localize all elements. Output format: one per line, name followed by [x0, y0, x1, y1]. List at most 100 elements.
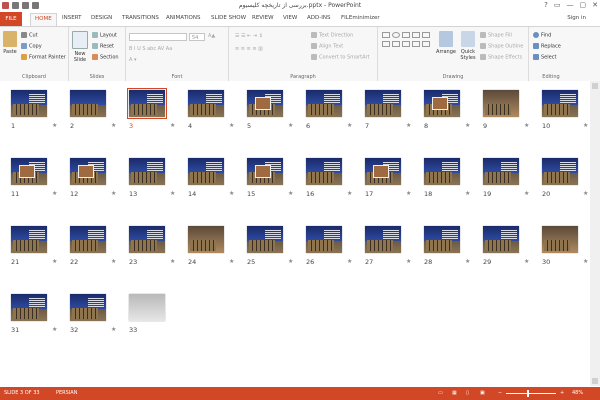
scroll-down-arrow-icon[interactable]: [592, 378, 598, 384]
transition-star-icon[interactable]: ★: [583, 258, 588, 265]
copy-button[interactable]: Copy: [21, 43, 42, 50]
transition-star-icon[interactable]: ★: [229, 122, 234, 129]
shape-triangle-icon[interactable]: [422, 32, 430, 38]
zoom-slider-thumb[interactable]: [527, 390, 529, 397]
ribbon-display-button[interactable]: ▭: [554, 1, 561, 9]
transition-star-icon[interactable]: ★: [406, 122, 411, 129]
layout-button[interactable]: Layout: [92, 32, 117, 39]
align-icons[interactable]: ≡ ≡ ≡ ≡ ▥: [235, 46, 263, 52]
close-button[interactable]: ✕: [592, 1, 598, 9]
zoom-out-button[interactable]: −: [498, 390, 502, 396]
help-button[interactable]: ?: [544, 1, 548, 9]
minimize-button[interactable]: —: [567, 1, 574, 9]
find-button[interactable]: Find: [533, 32, 551, 39]
transition-star-icon[interactable]: ★: [347, 122, 352, 129]
shape-callout-icon[interactable]: [422, 41, 430, 47]
scroll-up-arrow-icon[interactable]: [592, 83, 598, 89]
slide-thumbnail[interactable]: [365, 226, 401, 253]
slide-thumbnail[interactable]: [70, 294, 106, 321]
new-slide-button[interactable]: New Slide: [71, 31, 89, 63]
transition-star-icon[interactable]: ★: [52, 122, 57, 129]
zoom-in-button[interactable]: +: [560, 390, 564, 396]
slide-thumbnail[interactable]: [483, 226, 519, 253]
slide-thumbnail[interactable]: [247, 226, 283, 253]
maximize-button[interactable]: ▢: [580, 1, 587, 9]
transition-star-icon[interactable]: ★: [406, 190, 411, 197]
slide-sorter-view-icon[interactable]: ▦: [452, 390, 457, 396]
slide-thumbnail[interactable]: [70, 158, 106, 185]
tab-file[interactable]: FILE: [0, 12, 22, 26]
replace-button[interactable]: Replace: [533, 43, 561, 50]
text-direction-button[interactable]: Text Direction: [311, 32, 353, 39]
slide-thumbnail[interactable]: [11, 90, 47, 117]
slide-thumbnail[interactable]: [306, 226, 342, 253]
transition-star-icon[interactable]: ★: [170, 258, 175, 265]
slide-thumbnail[interactable]: [542, 226, 578, 253]
shape-brace-icon[interactable]: [412, 41, 420, 47]
slide-thumbnail[interactable]: [306, 90, 342, 117]
section-button[interactable]: Section: [92, 54, 119, 61]
slide-thumbnail[interactable]: [129, 294, 165, 321]
vertical-scrollbar[interactable]: [590, 81, 600, 386]
slide-thumbnail[interactable]: [424, 226, 460, 253]
shape-fill-button[interactable]: Shape Fill: [480, 32, 512, 39]
slide-thumbnail[interactable]: [424, 158, 460, 185]
transition-star-icon[interactable]: ★: [465, 258, 470, 265]
shape-line-icon[interactable]: [402, 32, 410, 38]
slide-thumbnail[interactable]: [306, 158, 342, 185]
transition-star-icon[interactable]: ★: [111, 190, 116, 197]
transition-star-icon[interactable]: ★: [111, 122, 116, 129]
slide-thumbnail[interactable]: [11, 294, 47, 321]
transition-star-icon[interactable]: ★: [229, 190, 234, 197]
tab-fileminimizer[interactable]: FILEminimizer: [341, 15, 380, 21]
slide-thumbnail[interactable]: [188, 226, 224, 253]
shape-rounded-rect-icon[interactable]: [392, 41, 400, 47]
tab-insert[interactable]: INSERT: [62, 15, 81, 21]
shape-outline-button[interactable]: Shape Outline: [480, 43, 523, 50]
transition-star-icon[interactable]: ★: [583, 190, 588, 197]
slide-thumbnail[interactable]: [483, 158, 519, 185]
transition-star-icon[interactable]: ★: [524, 190, 529, 197]
slide-thumbnail[interactable]: [542, 158, 578, 185]
convert-smartart-button[interactable]: Convert to SmartArt: [311, 54, 370, 61]
slide-thumbnail[interactable]: [542, 90, 578, 117]
slideshow-view-icon[interactable]: ▣: [480, 390, 485, 396]
align-text-button[interactable]: Align Text: [311, 43, 343, 50]
transition-star-icon[interactable]: ★: [347, 258, 352, 265]
slide-thumbnail[interactable]: [247, 158, 283, 185]
bullets-icon[interactable]: ☰ ☰ ⇤ ⇥ ↕: [235, 33, 263, 39]
transition-star-icon[interactable]: ★: [52, 258, 57, 265]
transition-star-icon[interactable]: ★: [406, 258, 411, 265]
transition-star-icon[interactable]: ★: [52, 326, 57, 333]
transition-star-icon[interactable]: ★: [52, 190, 57, 197]
slide-thumbnail[interactable]: [188, 158, 224, 185]
shape-arrow-icon[interactable]: [412, 32, 420, 38]
slide-thumbnail[interactable]: [11, 158, 47, 185]
tab-slide-show[interactable]: SLIDE SHOW: [211, 15, 246, 21]
grow-font-icon[interactable]: A▲: [208, 33, 215, 39]
transition-star-icon[interactable]: ★: [229, 258, 234, 265]
font-format-buttons[interactable]: B I U S abc AV Aa: [129, 46, 172, 52]
font-name-combo[interactable]: [129, 33, 187, 41]
tab-design[interactable]: DESIGN: [91, 15, 112, 21]
slide-thumbnail[interactable]: [70, 226, 106, 253]
transition-star-icon[interactable]: ★: [524, 122, 529, 129]
shape-rectangle-icon[interactable]: [382, 32, 390, 38]
shape-textbox-icon[interactable]: [382, 41, 390, 47]
transition-star-icon[interactable]: ★: [288, 258, 293, 265]
format-painter-button[interactable]: Format Painter: [21, 54, 66, 61]
slide-thumbnail[interactable]: [129, 226, 165, 253]
shape-oval-icon[interactable]: [392, 32, 400, 38]
tab-add-ins[interactable]: ADD-INS: [307, 15, 330, 21]
transition-star-icon[interactable]: ★: [170, 122, 175, 129]
slide-thumbnail[interactable]: [424, 90, 460, 117]
shape-effects-button[interactable]: Shape Effects: [480, 54, 522, 61]
transition-star-icon[interactable]: ★: [465, 122, 470, 129]
slide-thumbnail[interactable]: [365, 90, 401, 117]
slide-thumbnail[interactable]: [129, 158, 165, 185]
reading-view-icon[interactable]: ▯: [466, 390, 469, 396]
cut-button[interactable]: Cut: [21, 32, 38, 39]
transition-star-icon[interactable]: ★: [111, 258, 116, 265]
transition-star-icon[interactable]: ★: [288, 190, 293, 197]
slide-thumbnail[interactable]: [127, 88, 167, 119]
